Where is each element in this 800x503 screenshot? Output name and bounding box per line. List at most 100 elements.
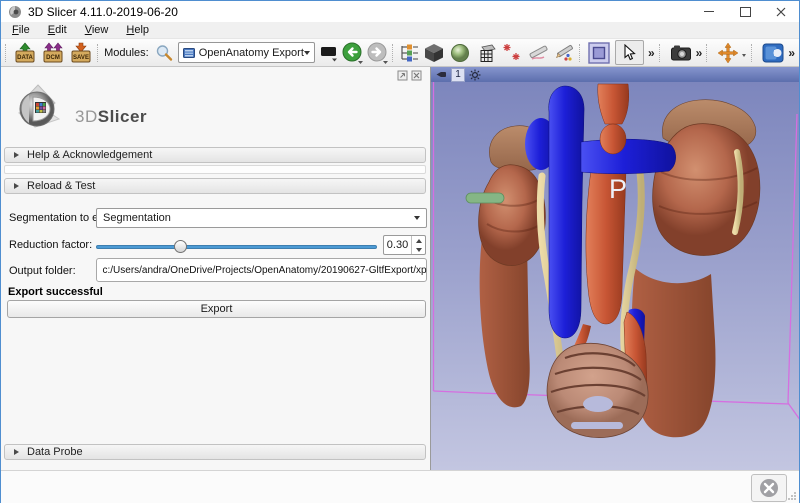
vena-cava-trunk [548, 85, 585, 339]
logo-text-slicer: Slicer [97, 107, 148, 126]
output-folder-button[interactable]: c:/Users/andra/OneDrive/Projects/OpenAna… [96, 258, 427, 282]
slicer-logo-icon [17, 84, 61, 128]
bladder-slot [571, 422, 623, 429]
collapsed-triangle-icon [14, 183, 19, 189]
toolbar-separator [579, 43, 581, 62]
toolbar-overflow-chevron[interactable]: » [696, 46, 703, 60]
toolbar-separator [391, 43, 394, 62]
data-probe-section[interactable]: Data Probe [4, 444, 426, 460]
segment-editor-button[interactable] [475, 42, 497, 64]
aorta-top [597, 83, 629, 125]
main-toolbar: DATA DCM SAVE Modules: OpenAnatomy Expor… [1, 38, 799, 67]
menu-edit[interactable]: Edit [39, 23, 76, 37]
toolbar-separator [751, 43, 756, 62]
reload-test-section[interactable]: Reload & Test [4, 178, 426, 194]
module-forward-button[interactable] [367, 42, 388, 64]
renal-vein-branch [580, 138, 676, 174]
minimize-button[interactable] [691, 1, 727, 22]
left-kidney [478, 164, 546, 266]
segmentation-selector[interactable]: Segmentation [96, 208, 427, 228]
reduction-factor-slider[interactable] [96, 237, 377, 257]
section-label: Data Probe [27, 446, 83, 458]
toolbar-overflow-chevron[interactable]: » [648, 46, 655, 60]
orientation-marker-p: P [609, 174, 627, 204]
reduction-factor-value: 0.30 [386, 239, 409, 251]
export-button[interactable]: Export [7, 300, 426, 318]
cursor-icon [624, 44, 636, 61]
maximize-button[interactable] [727, 1, 763, 22]
save-button[interactable]: SAVE [69, 42, 93, 64]
module-icon [182, 47, 195, 58]
modules-label: Modules: [104, 46, 149, 59]
module-history-button[interactable] [320, 44, 338, 62]
close-button[interactable] [763, 1, 799, 22]
screenshot-button[interactable] [670, 43, 692, 63]
help-acknowledgement-section[interactable]: Help & Acknowledgement [4, 147, 426, 163]
spin-down-button[interactable] [412, 245, 425, 254]
menu-help[interactable]: Help [117, 23, 158, 37]
menu-file[interactable]: File [3, 23, 39, 37]
load-data-button[interactable]: DATA [13, 42, 37, 64]
toolbar-overflow-chevron[interactable]: » [788, 46, 795, 60]
green-sphere-icon [451, 43, 470, 62]
module-search-button[interactable] [155, 44, 173, 62]
dismiss-x-icon [760, 479, 778, 497]
grid-cube-icon [480, 44, 497, 62]
camera-icon [670, 45, 691, 60]
history-icon [320, 46, 337, 61]
fiducial-markers-icon [503, 43, 520, 60]
reduction-factor-label: Reduction factor: [9, 239, 93, 251]
menu-bar: File Edit View Help [1, 22, 799, 38]
crosshair-button[interactable] [717, 42, 739, 64]
close-panel-button[interactable] [411, 70, 422, 81]
crosshair-icon [717, 42, 739, 63]
volume-module-button[interactable] [423, 42, 445, 64]
markups-module-button[interactable] [501, 42, 523, 64]
pencil-colors-icon [556, 44, 574, 61]
extensions-button[interactable] [762, 43, 784, 63]
minimize-icon [704, 11, 714, 12]
pin-icon[interactable] [436, 69, 447, 80]
mouse-mode-button[interactable] [614, 40, 644, 65]
resize-grip[interactable] [787, 491, 797, 501]
module-selector[interactable]: OpenAnatomy Export [177, 42, 315, 63]
section-label: Help & Acknowledgement [27, 149, 153, 161]
segmentation-selector-value: Segmentation [103, 212, 171, 224]
dark-cube-icon [425, 43, 444, 62]
maximize-icon [739, 6, 751, 17]
crosshair-dropdown-arrow[interactable] [742, 54, 747, 57]
undock-panel-button[interactable] [397, 70, 408, 81]
annotations-module-button[interactable] [553, 42, 575, 64]
spin-up-button[interactable] [412, 236, 425, 245]
search-icon [156, 44, 172, 61]
title-bar[interactable]: 3D Slicer 4.11.0-2019-06-20 [1, 1, 799, 22]
window-title: 3D Slicer 4.11.0-2019-06-20 [28, 4, 178, 19]
subject-hierarchy-button[interactable] [399, 43, 419, 63]
app-window: 3D Slicer 4.11.0-2019-06-20 File Edit Vi… [0, 0, 800, 503]
ruler-annotation-button[interactable] [527, 42, 549, 64]
threed-view[interactable]: 1 P [431, 67, 799, 470]
load-dicom-button[interactable]: DCM [41, 42, 65, 64]
right-kidney [652, 123, 761, 256]
export-button-label: Export [200, 303, 233, 315]
slider-handle[interactable] [174, 240, 187, 253]
anatomy-3d-render: P [432, 82, 799, 438]
module-panel: 3DSlicer Help & Acknowledgement Reload &… [1, 67, 431, 470]
toolbar-handle[interactable] [5, 43, 7, 62]
chevron-down-icon [303, 50, 310, 55]
green-marker [465, 192, 505, 204]
view-settings-gear-icon[interactable] [469, 69, 481, 81]
threed-viewport[interactable]: P [431, 82, 799, 470]
module-back-button[interactable] [342, 42, 363, 64]
dismiss-error-button[interactable] [751, 474, 787, 502]
status-bar [1, 470, 799, 503]
slider-track[interactable] [96, 245, 377, 249]
reduction-factor-spinbox[interactable]: 0.30 [383, 235, 426, 255]
extension-puzzle-icon [762, 43, 784, 62]
layout-icon [588, 41, 610, 64]
menu-view[interactable]: View [76, 23, 118, 37]
models-module-button[interactable] [449, 42, 471, 64]
toolbar-separator [96, 43, 99, 62]
output-folder-path: c:/Users/andra/OneDrive/Projects/OpenAna… [102, 264, 427, 276]
layout-selector-button[interactable] [587, 41, 611, 65]
